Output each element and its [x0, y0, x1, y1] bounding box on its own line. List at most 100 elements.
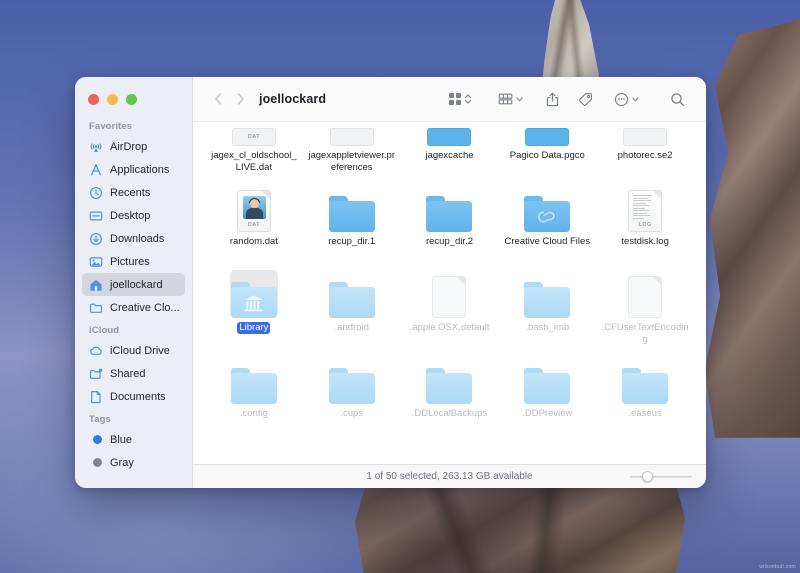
- file-item[interactable]: recup_dir.1: [303, 178, 401, 264]
- file-item[interactable]: DAT random.dat: [205, 178, 303, 264]
- add-tag-button[interactable]: [571, 87, 600, 111]
- file-item[interactable]: .cups: [303, 350, 401, 436]
- file-item[interactable]: Library: [205, 264, 303, 350]
- search-icon: [670, 92, 685, 107]
- file-item[interactable]: photorec.se2: [596, 122, 694, 178]
- sidebar-group-title: Favorites: [75, 115, 192, 135]
- file-icon-wrap: [425, 122, 473, 146]
- sidebar-item-label: iCloud Drive: [110, 345, 170, 357]
- file-item[interactable]: .DDPreview: [498, 350, 596, 436]
- sidebar-item-shared[interactable]: Shared: [82, 362, 185, 385]
- file-icon-wrap: [328, 356, 376, 404]
- folder-icon: [524, 368, 570, 404]
- sidebar-item-applications[interactable]: Applications: [82, 158, 185, 181]
- clipped-folder-icon: [427, 128, 471, 146]
- sidebar-item-recents[interactable]: Recents: [82, 181, 185, 204]
- sidebar-item-label: Documents: [110, 391, 166, 403]
- file-icon-wrap: DAT: [230, 184, 278, 232]
- document-icon: [432, 276, 466, 318]
- file-icon-wrap: [523, 270, 571, 318]
- sidebar-group-title: Tags: [75, 408, 192, 428]
- folder-icon: [231, 368, 277, 404]
- sidebar-item-pictures[interactable]: Pictures: [82, 250, 185, 273]
- file-grid: DATjagex_cl_oldschool_LIVE.datjagexapple…: [193, 122, 706, 464]
- file-item[interactable]: .CFUserTextEncoding: [596, 264, 694, 350]
- file-item[interactable]: exec: [205, 436, 303, 464]
- sidebar-item-documents[interactable]: Documents: [82, 385, 185, 408]
- file-label: Pagico Data.pgco: [508, 150, 587, 162]
- clipped-file-icon: [330, 128, 374, 146]
- sidebar-item-label: Downloads: [110, 233, 164, 245]
- file-item[interactable]: [303, 436, 401, 464]
- back-button[interactable]: [207, 87, 229, 111]
- file-item[interactable]: .android: [303, 264, 401, 350]
- toolbar: joellockard: [193, 77, 706, 122]
- file-item[interactable]: DATjagex_cl_oldschool_LIVE.dat: [205, 122, 303, 178]
- sidebar-item-label: Creative Clo...: [110, 302, 180, 314]
- folder-icon: [426, 368, 472, 404]
- minimize-button[interactable]: [107, 94, 118, 105]
- folder-icon: [622, 368, 668, 404]
- file-label: .easeus: [626, 408, 663, 420]
- folder-icon: [426, 196, 472, 232]
- file-label: recup_dir.2: [424, 236, 475, 248]
- file-item[interactable]: .config: [205, 350, 303, 436]
- file-icon-wrap: [425, 184, 473, 232]
- file-item[interactable]: recup_dir.2: [401, 178, 499, 264]
- file-label: photorec.se2: [616, 150, 675, 162]
- icon-size-slider[interactable]: [630, 471, 692, 483]
- maximize-button[interactable]: [126, 94, 137, 105]
- sidebar-item-label: Applications: [110, 164, 169, 176]
- sidebar-item-downloads[interactable]: Downloads: [82, 227, 185, 250]
- forward-button[interactable]: [229, 87, 251, 111]
- search-button[interactable]: [663, 87, 692, 111]
- more-actions-button[interactable]: [607, 87, 647, 111]
- file-item[interactable]: jagexcache: [401, 122, 499, 178]
- file-icon-wrap: [328, 122, 376, 146]
- sidebar-item-airdrop[interactable]: AirDrop: [82, 135, 185, 158]
- file-item[interactable]: Creative Cloud Files: [498, 178, 596, 264]
- file-item[interactable]: .bash_imb: [498, 264, 596, 350]
- file-item[interactable]: [498, 436, 596, 464]
- file-item[interactable]: .apple.OSX.default: [401, 264, 499, 350]
- slider-knob[interactable]: [642, 471, 653, 482]
- close-button[interactable]: [88, 94, 99, 105]
- desktop-icon: [89, 209, 103, 223]
- folder-icon: [89, 301, 103, 315]
- file-item[interactable]: LOGtestdisk.log: [596, 178, 694, 264]
- file-label: testdisk.log: [619, 236, 671, 248]
- sidebar-item-creative-clo[interactable]: Creative Clo...: [82, 296, 185, 319]
- share-icon: [546, 92, 559, 107]
- file-item[interactable]: .DDLocalBackups: [401, 350, 499, 436]
- window-controls: [75, 85, 192, 115]
- view-mode-button[interactable]: [441, 87, 479, 111]
- file-item[interactable]: [401, 436, 499, 464]
- file-icon-wrap: [328, 270, 376, 318]
- file-item[interactable]: [596, 436, 694, 464]
- group-by-button[interactable]: [491, 87, 531, 111]
- file-item[interactable]: jagexappletviewer.preferences: [303, 122, 401, 178]
- wallpaper-watermark: wilsonbull.com: [759, 564, 796, 570]
- file-label: jagex_cl_oldschool_LIVE.dat: [207, 150, 301, 173]
- chevron-down-icon: [515, 92, 524, 106]
- creative-cloud-folder-icon: [524, 196, 570, 232]
- file-icon-wrap: [425, 442, 473, 464]
- sidebar-item-label: Desktop: [110, 210, 150, 222]
- sidebar-item-blue[interactable]: Blue: [82, 428, 185, 451]
- file-item[interactable]: .easeus: [596, 350, 694, 436]
- file-label: .DDLocalBackups: [410, 408, 490, 420]
- file-icon-wrap: exec: [230, 442, 278, 464]
- share-button[interactable]: [539, 87, 566, 111]
- file-item[interactable]: Pagico Data.pgco: [498, 122, 596, 178]
- file-label: Library: [237, 322, 270, 334]
- sidebar-item-joellockard[interactable]: joellockard: [82, 273, 185, 296]
- file-icon-wrap: [425, 356, 473, 404]
- file-label: random.dat: [228, 236, 280, 248]
- clipped-folder-icon: [525, 128, 569, 146]
- sidebar-item-desktop[interactable]: Desktop: [82, 204, 185, 227]
- sidebar-item-gray[interactable]: Gray: [82, 451, 185, 474]
- grid-view-icon: [448, 92, 462, 106]
- file-grid-pane[interactable]: DATjagex_cl_oldschool_LIVE.datjagexapple…: [193, 122, 706, 464]
- sidebar-item-icloud-drive[interactable]: iCloud Drive: [82, 339, 185, 362]
- slider-track: [630, 475, 692, 478]
